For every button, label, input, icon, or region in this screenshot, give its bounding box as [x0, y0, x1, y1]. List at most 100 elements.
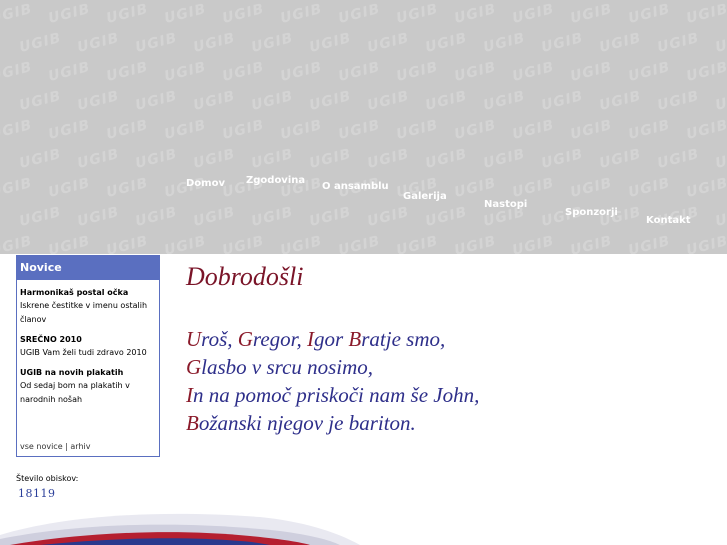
watermark-logo: UGIB	[75, 146, 122, 172]
watermark-logo: UGIB	[133, 146, 180, 172]
poem-text: n na pomoč priskoči nam še John,	[193, 383, 480, 407]
watermark-logo: UGIB	[394, 233, 441, 254]
watermark-logo: UGIB	[17, 88, 64, 114]
poem-text: gor	[313, 327, 349, 351]
watermark-logo: UGIB	[162, 59, 209, 85]
watermark-logo: UGIB	[249, 204, 296, 230]
watermark-logo: UGIB	[626, 1, 673, 27]
watermark-logo: UGIB	[191, 146, 238, 172]
watermark-logo: UGIB	[713, 204, 727, 230]
watermark-logo: UGIB	[481, 30, 528, 56]
watermark-logo: UGIB	[191, 204, 238, 230]
nav-nastopi[interactable]: Nastopi	[484, 199, 527, 210]
watermark-logo: UGIB	[423, 146, 470, 172]
watermark-logo: UGIB	[133, 88, 180, 114]
watermark-logo: UGIB	[713, 88, 727, 114]
watermark-logo: UGIB	[191, 30, 238, 56]
watermark-logo: UGIB	[133, 204, 180, 230]
watermark-logo: UGIB	[568, 59, 615, 85]
watermark-logo: UGIB	[336, 117, 383, 143]
watermark-logo: UGIB	[307, 146, 354, 172]
watermark-logo: UGIB	[104, 175, 151, 201]
archive-link[interactable]: arhiv	[70, 442, 90, 451]
watermark-logo: UGIB	[336, 59, 383, 85]
watermark-logo: UGIB	[249, 30, 296, 56]
watermark-logo: UGIB	[452, 1, 499, 27]
watermark-logo: UGIB	[307, 88, 354, 114]
watermark-logo: UGIB	[133, 30, 180, 56]
watermark-logo: UGIB	[249, 88, 296, 114]
watermark-logo: UGIB	[655, 30, 702, 56]
watermark-logo: UGIB	[626, 233, 673, 254]
watermark-logo: UGIB	[568, 175, 615, 201]
watermark-logo: UGIB	[481, 88, 528, 114]
watermark-logo: UGIB	[684, 1, 727, 27]
watermark-logo: UGIB	[394, 1, 441, 27]
news-item-title[interactable]: SREČNO 2010	[20, 333, 156, 346]
decorative-swoosh	[0, 513, 360, 545]
watermark-logo: UGIB	[452, 175, 499, 201]
watermark-logo: UGIB	[249, 146, 296, 172]
all-news-link[interactable]: vse novice	[20, 442, 63, 451]
watermark-logo: UGIB	[655, 146, 702, 172]
news-item-title[interactable]: Harmonikaš postal očka	[20, 286, 156, 299]
news-item: Harmonikaš postal očka Iskrene čestitke …	[17, 286, 159, 327]
nav-domov[interactable]: Domov	[186, 178, 225, 189]
watermark-logo: UGIB	[220, 59, 267, 85]
watermark-logo: UGIB	[46, 233, 93, 254]
page: UGIB UGIB UGIB UGIB UGIB UGIB UGIB UGIB UGIB UGIB…	[0, 0, 727, 545]
news-footer: vse novice | arhiv	[20, 442, 90, 451]
watermark-logo: UGIB	[336, 1, 383, 27]
header-banner: UGIB UGIB UGIB UGIB UGIB UGIB UGIB UGIB UGIB UGIB…	[0, 0, 727, 254]
news-box-title: Novice	[17, 256, 159, 280]
news-item-title[interactable]: UGIB na novih plakatih	[20, 366, 156, 379]
news-item-text: Iskrene čestitke v imenu ostalih članov	[20, 301, 148, 324]
nav-sponzorji[interactable]: Sponzorji	[565, 207, 618, 218]
watermark-logo: UGIB	[336, 233, 383, 254]
poem-text: roš,	[201, 327, 238, 351]
watermark-logo: UGIB	[307, 204, 354, 230]
poem-text: lasbo v srcu nosimo,	[201, 355, 374, 379]
watermark-logo: UGIB	[626, 117, 673, 143]
watermark-logo: UGIB	[278, 117, 325, 143]
watermark-logo: UGIB	[278, 59, 325, 85]
nav-kontakt[interactable]: Kontakt	[646, 215, 691, 226]
watermark-logo: UGIB	[307, 30, 354, 56]
poem-line: Glasbo v srcu nosimo,	[186, 353, 479, 381]
poem-initial: I	[306, 327, 314, 351]
watermark-logo: UGIB	[394, 117, 441, 143]
watermark-logo: UGIB	[162, 117, 209, 143]
watermark-logo: UGIB	[452, 59, 499, 85]
watermark-logo: UGIB	[46, 1, 93, 27]
watermark-logo: UGIB	[568, 1, 615, 27]
watermark-logo: UGIB	[278, 233, 325, 254]
watermark-logo: UGIB	[626, 175, 673, 201]
watermark-logo: UGIB	[597, 146, 644, 172]
watermark-logo: UGIB	[510, 1, 557, 27]
poem-text: ožanski njegov je bariton.	[198, 411, 416, 435]
watermark-logo: UGIB	[684, 117, 727, 143]
watermark-logo: UGIB	[510, 175, 557, 201]
watermark-logo: UGIB	[510, 233, 557, 254]
watermark-logo: UGIB	[626, 59, 673, 85]
watermark-logo: UGIB	[684, 59, 727, 85]
watermark-logo: UGIB	[568, 117, 615, 143]
nav-o-ansamblu[interactable]: O ansamblu	[322, 181, 389, 192]
watermark-logo: UGIB	[481, 146, 528, 172]
nav-galerija[interactable]: Galerija	[403, 191, 447, 202]
nav-zgodovina[interactable]: Zgodovina	[246, 175, 305, 186]
watermark-logo: UGIB	[0, 233, 35, 254]
watermark-logo: UGIB	[568, 233, 615, 254]
watermark-logo: UGIB	[452, 117, 499, 143]
watermark-logo: UGIB	[17, 204, 64, 230]
watermark-logo: UGIB	[539, 88, 586, 114]
watermark-logo: UGIB	[423, 88, 470, 114]
watermark-logo: UGIB	[655, 88, 702, 114]
watermark-logo: UGIB	[75, 30, 122, 56]
watermark-logo: UGIB	[46, 117, 93, 143]
watermark-logo: UGIB	[0, 59, 35, 85]
news-box: Novice Harmonikaš postal očka Iskrene če…	[16, 255, 160, 457]
watermark-logo: UGIB	[423, 204, 470, 230]
page-title: Dobrodošli	[186, 262, 304, 291]
poem: Uroš, Gregor, Igor Bratje smo, Glasbo v s…	[186, 325, 479, 437]
